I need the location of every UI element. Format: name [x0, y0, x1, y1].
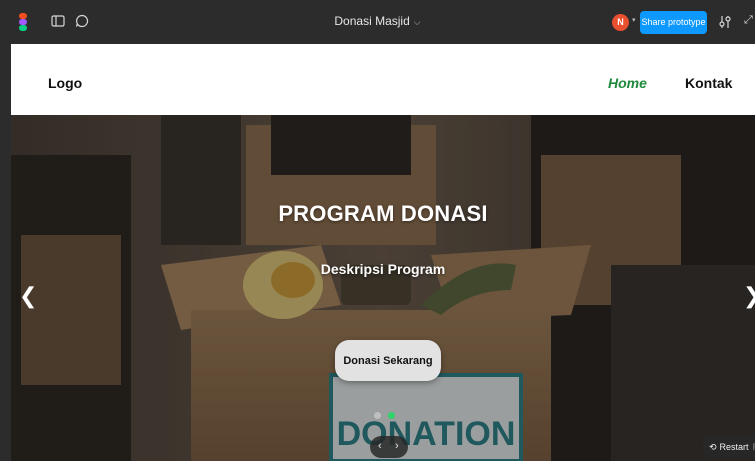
- restart-button[interactable]: ⟲RestartR: [703, 436, 755, 458]
- nav-link-kontak[interactable]: Kontak: [685, 75, 732, 91]
- hero-carousel: DONATION PROGRAM DONASI Deskripsi Progra…: [11, 115, 755, 461]
- settings-sliders-icon[interactable]: [718, 14, 732, 30]
- site-navbar: Logo Home Kontak: [11, 44, 755, 115]
- carousel-dot-2-active[interactable]: [388, 412, 395, 419]
- carousel-dot-1[interactable]: [374, 412, 381, 419]
- share-prototype-button[interactable]: Share prototype: [640, 11, 707, 34]
- carousel-prev-icon[interactable]: ❮: [19, 283, 37, 309]
- hero-title: PROGRAM DONASI: [278, 201, 488, 226]
- expand-icon[interactable]: ⤢: [744, 14, 755, 30]
- prototype-frame: Logo Home Kontak DONATION PROGRAM DONASI…: [11, 44, 755, 461]
- prototype-flow-nav: ‹ ›: [370, 436, 408, 458]
- nav-link-home[interactable]: Home: [608, 75, 647, 91]
- hero-background-image: DONATION: [11, 115, 755, 461]
- restart-label: Restart: [719, 442, 749, 452]
- figma-toolbar: Donasi Masjid ⌵ N ▾ Share prototype ⤢: [0, 0, 755, 44]
- file-title: Donasi Masjid: [334, 14, 410, 28]
- donate-now-button[interactable]: Donasi Sekarang: [335, 340, 441, 381]
- carousel-next-icon[interactable]: ❯: [743, 283, 755, 309]
- hero-subtitle: Deskripsi Program: [320, 261, 446, 277]
- prototype-forward-icon[interactable]: ›: [395, 440, 399, 452]
- avatar-caret-icon[interactable]: ▾: [632, 16, 636, 24]
- prototype-back-icon[interactable]: ‹: [378, 440, 382, 452]
- restart-icon: ⟲: [709, 442, 717, 452]
- site-logo[interactable]: Logo: [48, 75, 82, 91]
- chevron-down-icon: ⌵: [413, 17, 421, 27]
- user-avatar[interactable]: N: [612, 14, 629, 31]
